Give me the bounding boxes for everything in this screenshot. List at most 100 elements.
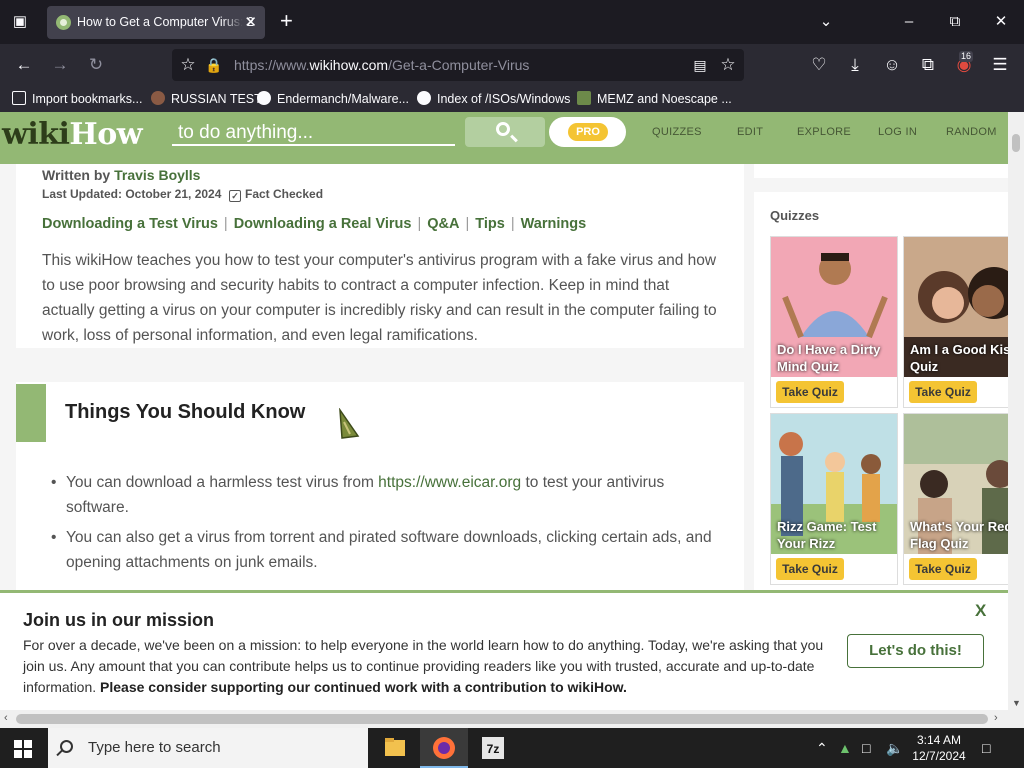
nav-quizzes[interactable]: QUIZZES: [652, 126, 702, 138]
tab-close-icon[interactable]: ✕: [244, 6, 257, 39]
reload-icon[interactable]: ↻: [84, 53, 108, 77]
banner-close-button[interactable]: X: [975, 601, 986, 621]
account-icon[interactable]: ☺: [880, 53, 904, 77]
google-favicon-icon: [417, 91, 431, 105]
tray-chevron-icon[interactable]: ⌃: [816, 738, 828, 758]
toc-link[interactable]: Downloading a Real Virus: [234, 216, 412, 232]
tab-overflow-chevron-icon[interactable]: ⌄: [814, 10, 838, 34]
scroll-left-arrow-icon[interactable]: ‹: [4, 712, 8, 724]
forward-icon[interactable]: →: [48, 53, 72, 77]
nav-explore[interactable]: EXPLORE: [797, 126, 851, 138]
downloads-icon[interactable]: ⤓: [843, 53, 867, 77]
check-icon: ✓: [229, 190, 241, 202]
take-quiz-button[interactable]: Take Quiz: [776, 558, 844, 580]
bookmark-russian-test[interactable]: RUSSIAN TEST: [151, 91, 262, 107]
notifications-icon[interactable]: □: [982, 738, 990, 758]
clock[interactable]: 3:14 AM 12/7/2024: [906, 732, 972, 764]
bookmark-endermanch[interactable]: Endermanch/Malware...: [257, 91, 409, 107]
extensions-icon[interactable]: ⧉: [916, 53, 940, 77]
quizzes-title: Quizzes: [770, 208, 820, 223]
nav-edit[interactable]: EDIT: [737, 126, 763, 138]
quiz-card[interactable]: Am I a Good Kisser Quiz Take Quiz: [903, 236, 1024, 408]
close-window-icon[interactable]: ✕: [989, 10, 1013, 34]
animated-cursor-icon: [339, 408, 360, 439]
tray-app-icon[interactable]: ▲: [838, 738, 852, 758]
firefox-icon[interactable]: [420, 728, 468, 768]
vertical-scrollbar[interactable]: ▼: [1008, 112, 1024, 728]
url-bar[interactable]: ☆ 🔒 https://www.wikihow.com/Get-a-Comput…: [172, 49, 744, 81]
wikihow-logo[interactable]: wikiHow: [2, 117, 143, 152]
author-link[interactable]: Travis Boylls: [114, 167, 200, 183]
quiz-label: Do I Have a Dirty Mind Quiz: [777, 342, 881, 374]
wikihow-favicon-icon: [56, 15, 71, 30]
pro-button[interactable]: PRO: [549, 117, 626, 147]
search-icon: [60, 740, 73, 753]
fact-checked-badge[interactable]: ✓ Fact Checked: [229, 187, 323, 202]
browser-tab-active[interactable]: How to Get a Computer Virus: 2 ✕: [47, 6, 265, 39]
lock-icon[interactable]: 🔒: [202, 53, 226, 77]
page-viewport: wikiHow to do anything... PRO QUIZZES ED…: [0, 112, 1024, 728]
take-quiz-button[interactable]: Take Quiz: [909, 558, 977, 580]
url-text[interactable]: https://www.wikihow.com/Get-a-Computer-V…: [234, 49, 529, 81]
minimize-icon[interactable]: –: [897, 10, 921, 34]
quiz-card[interactable]: Rizz Game: Test Your Rizz Take Quiz: [770, 413, 898, 585]
nav-log-in[interactable]: LOG IN: [878, 126, 917, 138]
eicar-link[interactable]: https://www.eicar.org: [378, 474, 521, 491]
take-quiz-button[interactable]: Take Quiz: [776, 381, 844, 403]
volume-icon[interactable]: 🔈: [886, 738, 903, 758]
toc-link[interactable]: Downloading a Test Virus: [42, 216, 218, 232]
toc-link[interactable]: Tips: [475, 216, 505, 232]
file-explorer-icon[interactable]: [371, 728, 419, 768]
restore-icon[interactable]: ⧉: [943, 10, 967, 34]
search-icon: [496, 122, 510, 136]
quiz-card[interactable]: What's Your Red Flag Quiz Take Quiz: [903, 413, 1024, 585]
reader-view-icon[interactable]: ▤: [688, 53, 712, 77]
toc-link[interactable]: Q&A: [427, 216, 459, 232]
bookmark-import[interactable]: Import bookmarks...: [12, 91, 142, 107]
last-updated: Last Updated: October 21, 2024: [42, 187, 222, 201]
start-windows-icon[interactable]: [14, 740, 32, 758]
windows-taskbar: Type here to search 7z ⌃ ▲ □ 🔈 3:14 AM 1…: [0, 728, 1024, 768]
scrollbar-thumb[interactable]: [16, 714, 988, 724]
quiz-label: Rizz Game: Test Your Rizz: [777, 519, 877, 551]
list-all-tabs-icon[interactable]: ▣: [8, 10, 32, 34]
back-icon[interactable]: ←: [12, 53, 36, 77]
intro-paragraph: This wikiHow teaches you how to test you…: [42, 252, 717, 344]
taskbar-search-input[interactable]: Type here to search: [48, 728, 368, 768]
network-icon[interactable]: □: [862, 738, 870, 758]
wikihow-header: wikiHow to do anything... PRO QUIZZES ED…: [0, 112, 1008, 164]
scrollbar-thumb[interactable]: [1012, 134, 1020, 152]
table-of-contents: Downloading a Test Virus | Downloading a R…: [42, 216, 587, 232]
7zip-icon[interactable]: 7z: [469, 728, 517, 768]
banner-text: For over a decade, we've been on a missi…: [23, 637, 824, 695]
quiz-label: What's Your Red Flag Quiz: [910, 519, 1013, 551]
toc-link[interactable]: Warnings: [521, 216, 587, 232]
search-button[interactable]: [465, 117, 545, 147]
section-title: Things You Should Know: [65, 401, 306, 423]
new-tab-icon[interactable]: +: [280, 9, 293, 33]
tracking-shield-icon[interactable]: ☆: [176, 53, 200, 77]
pro-badge: PRO: [568, 123, 608, 141]
import-icon: [12, 91, 26, 105]
scroll-right-arrow-icon[interactable]: ›: [994, 712, 998, 724]
list-item: You can download a harmless test virus f…: [51, 470, 716, 520]
site-favicon-icon: [151, 91, 165, 105]
horizontal-scrollbar[interactable]: ‹ ›: [0, 710, 1008, 728]
bookmark-star-icon[interactable]: ☆: [716, 53, 740, 77]
bookmark-isos[interactable]: Index of /ISOs/Windows: [417, 91, 570, 107]
quiz-card[interactable]: Do I Have a Dirty Mind Quiz Take Quiz: [770, 236, 898, 408]
screen: ▣ How to Get a Computer Virus: 2 ✕ + ⌄ –…: [0, 0, 1024, 768]
search-input[interactable]: to do anything...: [172, 120, 455, 146]
nav-random[interactable]: RANDOM: [946, 126, 997, 138]
take-quiz-button[interactable]: Take Quiz: [909, 381, 977, 403]
pocket-icon[interactable]: ♡: [807, 53, 831, 77]
article-intro-card: Written by Travis Boylls Last Updated: O…: [16, 164, 744, 348]
list-item: You can also get a virus from torrent an…: [51, 525, 716, 575]
donation-banner: Join us in our mission For over a decade…: [0, 590, 1008, 710]
menu-icon[interactable]: ☰: [988, 53, 1012, 77]
banner-title: Join us in our mission: [23, 610, 215, 630]
scroll-down-arrow-icon[interactable]: ▼: [1012, 698, 1021, 708]
donate-button[interactable]: Let's do this!: [847, 634, 984, 668]
extension-badge: 16: [959, 51, 974, 62]
bookmark-memz[interactable]: MEMZ and Noescape ...: [577, 91, 732, 107]
